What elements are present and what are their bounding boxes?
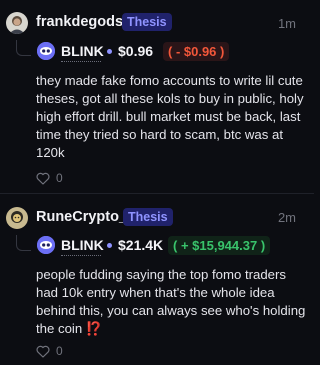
interrobang-emoji: ⁉️ <box>85 321 103 336</box>
ticker-underline <box>61 255 101 256</box>
coin-ticker[interactable]: BLINK <box>61 237 104 253</box>
post-text-content: people fudding saying the top fomo trade… <box>36 267 306 336</box>
ticker-underline <box>61 61 101 62</box>
coin-price: $0.96 <box>118 43 154 59</box>
timestamp: 2m <box>277 210 296 225</box>
timestamp: 1m <box>277 16 296 31</box>
post: frankdegods Thesis 1m BLINK $0.96 ( - $0… <box>0 0 314 192</box>
username[interactable]: RuneCrypto_ <box>36 209 127 225</box>
post: RuneCrypto_ Thesis 2m BLINK $21.4K ( + $… <box>0 197 314 365</box>
price-change-badge: ( + $15,944.37 ) <box>168 236 271 255</box>
coin-ticker[interactable]: BLINK <box>61 43 104 59</box>
coin-price: $21.4K <box>118 237 164 253</box>
price-change-badge: ( - $0.96 ) <box>163 42 230 61</box>
like-button[interactable]: 0 <box>36 344 63 358</box>
separator-dot <box>107 243 112 248</box>
username[interactable]: frankdegods <box>36 14 123 30</box>
heart-icon <box>36 345 50 358</box>
post-text: they made fake fomo accounts to write li… <box>36 73 304 160</box>
thesis-badge: Thesis <box>122 13 172 31</box>
avatar[interactable] <box>6 12 28 34</box>
thread-connector <box>16 40 31 56</box>
post-divider <box>0 193 314 194</box>
like-count: 0 <box>56 171 63 185</box>
like-button[interactable]: 0 <box>36 171 63 185</box>
post-text: people fudding saying the top fomo trade… <box>36 266 306 338</box>
like-count: 0 <box>56 344 63 358</box>
separator-dot <box>107 49 112 54</box>
avatar[interactable] <box>6 207 28 229</box>
coin-icon[interactable] <box>37 236 55 254</box>
thread-connector <box>16 235 31 251</box>
coin-icon[interactable] <box>37 42 55 60</box>
heart-icon <box>36 172 50 185</box>
thesis-badge: Thesis <box>123 208 173 226</box>
